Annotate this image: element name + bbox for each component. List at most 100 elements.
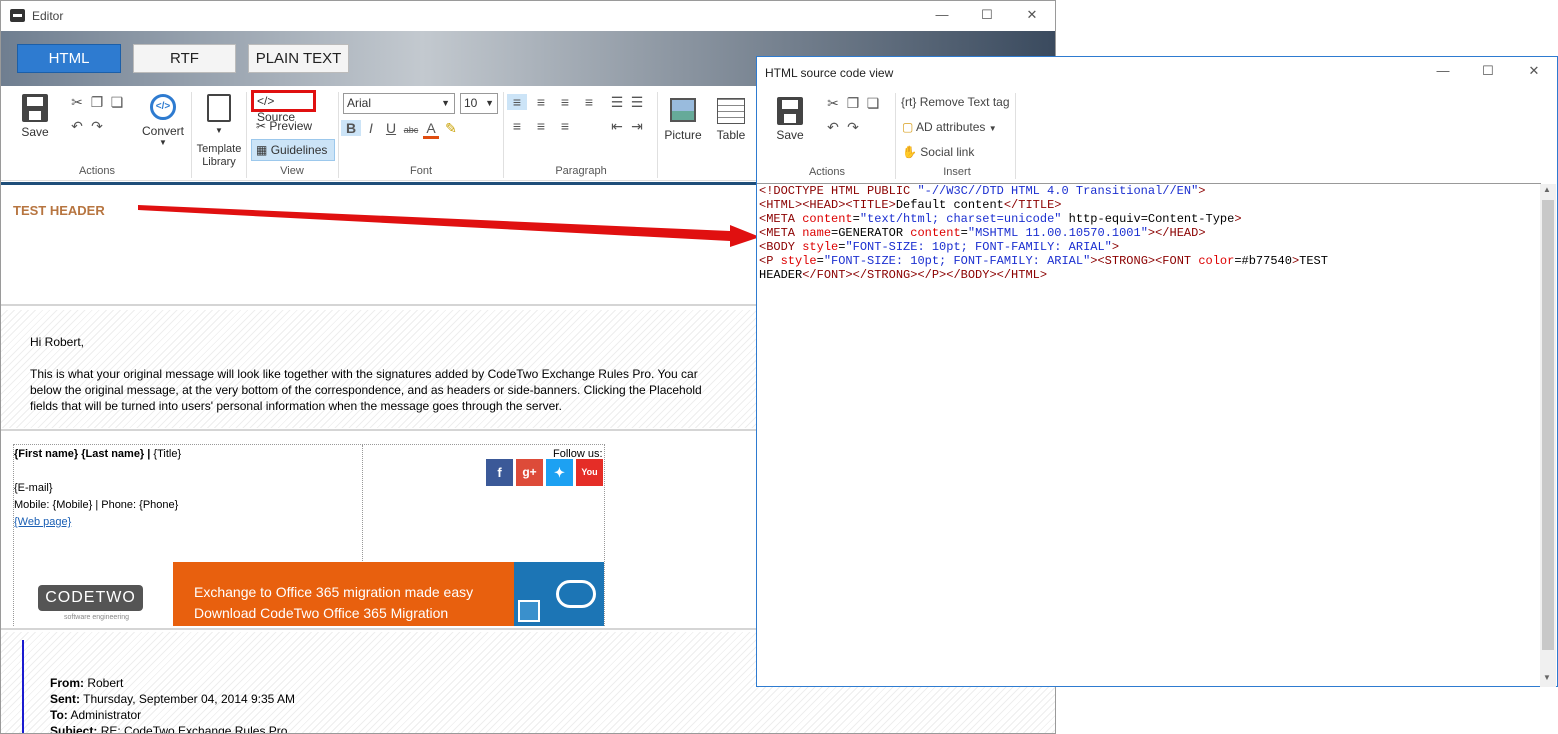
mode-html-button[interactable]: HTML — [17, 44, 121, 73]
spacing-line-icon[interactable]: ≡ — [555, 118, 575, 134]
folder-icon: ▢ — [902, 120, 914, 134]
codetwo-logo: CODETWO — [38, 585, 143, 611]
spacing-before-icon[interactable]: ≡ — [507, 118, 527, 134]
preview-button[interactable]: ✂ Preview — [256, 119, 312, 133]
vertical-scrollbar[interactable]: ▲ ▼ — [1540, 184, 1556, 687]
redo-icon[interactable]: ↷ — [843, 119, 863, 136]
google-plus-icon[interactable]: g+ — [516, 459, 543, 486]
remove-text-tag-button[interactable]: {rt} Remove Text tag — [901, 95, 1010, 109]
source-group-label-actions: Actions — [808, 166, 846, 178]
format-tools: B I Uabc A ✎ — [341, 120, 461, 139]
paste-icon[interactable]: ❏ — [863, 95, 883, 112]
editor-title: Editor — [32, 9, 64, 23]
ribbon-separator — [246, 92, 247, 178]
font-name-select[interactable]: Arial ▼ — [343, 93, 455, 114]
maximize-icon[interactable]: ☐ — [977, 7, 997, 23]
bullet-list-icon[interactable]: ☰ — [607, 94, 627, 111]
guidelines-button[interactable]: ▦ Guidelines — [251, 139, 335, 161]
bold-icon[interactable]: B — [341, 120, 361, 136]
font-size-select[interactable]: 10 ▼ — [460, 93, 498, 114]
chevron-down-icon: ▼ — [215, 126, 223, 135]
template-library-label: Template Library — [196, 143, 242, 168]
quote-bar — [22, 640, 24, 733]
highlight-icon[interactable]: ✎ — [441, 120, 461, 137]
migration-banner[interactable]: Exchange to Office 365 migration made ea… — [173, 562, 514, 626]
group-label-paragraph: Paragraph — [555, 165, 607, 177]
signature-name-line: {First name} {Last name} | {Title} — [14, 448, 181, 460]
ad-attributes-label: AD attributes — [916, 120, 986, 134]
reply-to: To: Administrator — [50, 708, 141, 722]
reply-subject-label: Subject: — [50, 724, 98, 734]
clipboard-tools: ✂ ❐ ❏ — [67, 94, 127, 111]
remove-text-tag-label: Remove Text tag — [919, 95, 1010, 109]
indent-icon[interactable]: ⇥ — [627, 118, 647, 135]
reply-sent-label: Sent: — [50, 692, 80, 706]
code-icon: </> — [257, 94, 275, 108]
save-label: Save — [21, 125, 49, 139]
source-clipboard-tools: ✂ ❐ ❏ — [823, 95, 883, 112]
picture-button[interactable]: Picture — [663, 98, 703, 142]
undo-icon[interactable]: ↶ — [823, 119, 843, 136]
scrollbar-thumb[interactable] — [1542, 200, 1554, 650]
signature-email: {E-mail} — [14, 482, 53, 494]
source-button[interactable]: </> Source — [251, 90, 316, 124]
source-save-button[interactable]: Save — [773, 97, 807, 142]
thumbs-up-icon: ✋ — [902, 145, 917, 159]
ad-attributes-button[interactable]: ▢ AD attributes ▼ — [902, 120, 997, 134]
group-label-font: Font — [409, 165, 432, 177]
copy-icon[interactable]: ❐ — [87, 94, 107, 111]
logo-area: CODETWO software engineering — [14, 563, 174, 627]
close-icon[interactable]: ✕ — [1524, 63, 1544, 79]
body-line-1: This is what your original message will … — [30, 367, 698, 381]
font-color-icon[interactable]: A — [423, 120, 439, 139]
align-center-icon[interactable]: ≡ — [531, 94, 551, 110]
twitter-icon[interactable]: ✦ — [546, 459, 573, 486]
redo-icon[interactable]: ↷ — [87, 118, 107, 135]
reply-to-label: To: — [50, 708, 68, 722]
close-icon[interactable]: ✕ — [1022, 7, 1042, 23]
minimize-icon[interactable]: — — [932, 7, 952, 22]
reply-subject: Subject: RE: CodeTwo Exchange Rules Pro — [50, 724, 288, 734]
social-link-button[interactable]: ✋ Social link — [902, 145, 974, 159]
copy-icon[interactable]: ❐ — [843, 95, 863, 112]
devices-icon — [518, 600, 540, 622]
align-left-icon[interactable]: ≡ — [507, 94, 527, 110]
html-source-code[interactable]: <!DOCTYPE HTML PUBLIC "-//W3C//DTD HTML … — [757, 183, 1541, 687]
save-button[interactable]: Save — [17, 94, 53, 139]
reply-sent-value: Thursday, September 04, 2014 9:35 AM — [83, 692, 296, 706]
scroll-up-icon[interactable]: ▲ — [1543, 185, 1551, 194]
source-view-window: HTML source code view — ☐ ✕ Save ✂ ❐ ❏ ↶ ↷ … — [756, 56, 1558, 687]
editor-titlebar: Editor — ☐ ✕ — [1, 1, 1055, 31]
mode-plain-text-button[interactable]: PLAIN TEXT — [248, 44, 349, 73]
logo-subtitle: software engineering — [64, 614, 129, 621]
minimize-icon[interactable]: — — [1433, 63, 1453, 78]
reply-subject-value: RE: CodeTwo Exchange Rules Pro — [100, 724, 288, 734]
banner-line-1: Exchange to Office 365 migration made ea… — [194, 584, 474, 600]
list-tools: ☰ ☰ — [607, 94, 647, 111]
scroll-down-icon[interactable]: ▼ — [1543, 673, 1551, 682]
convert-button[interactable]: </> Convert ▼ — [141, 94, 185, 147]
chevron-down-icon: ▼ — [441, 98, 450, 108]
cut-icon[interactable]: ✂ — [67, 94, 87, 111]
maximize-icon[interactable]: ☐ — [1478, 63, 1498, 79]
underline-icon[interactable]: U — [381, 120, 401, 136]
mode-rtf-button[interactable]: RTF — [133, 44, 236, 73]
paste-icon[interactable]: ❏ — [107, 94, 127, 111]
template-library-button[interactable]: ▼ Template Library — [195, 94, 243, 169]
table-button[interactable]: Table — [711, 98, 751, 142]
numbered-list-icon[interactable]: ☰ — [627, 94, 647, 111]
cut-icon[interactable]: ✂ — [823, 95, 843, 112]
justify-icon[interactable]: ≡ — [579, 94, 599, 110]
facebook-icon[interactable]: f — [486, 459, 513, 486]
signature-web-link[interactable]: {Web page} — [14, 516, 71, 528]
align-right-icon[interactable]: ≡ — [555, 94, 575, 110]
font-name-value: Arial — [347, 96, 372, 110]
reply-from-label: From: — [50, 676, 84, 690]
youtube-icon[interactable]: You — [576, 459, 603, 486]
strikethrough-icon[interactable]: abc — [401, 125, 421, 135]
italic-icon[interactable]: I — [361, 120, 381, 136]
outdent-icon[interactable]: ⇤ — [607, 118, 627, 135]
spacing-after-icon[interactable]: ≡ — [531, 118, 551, 134]
ribbon-separator — [657, 92, 658, 178]
undo-icon[interactable]: ↶ — [67, 118, 87, 135]
